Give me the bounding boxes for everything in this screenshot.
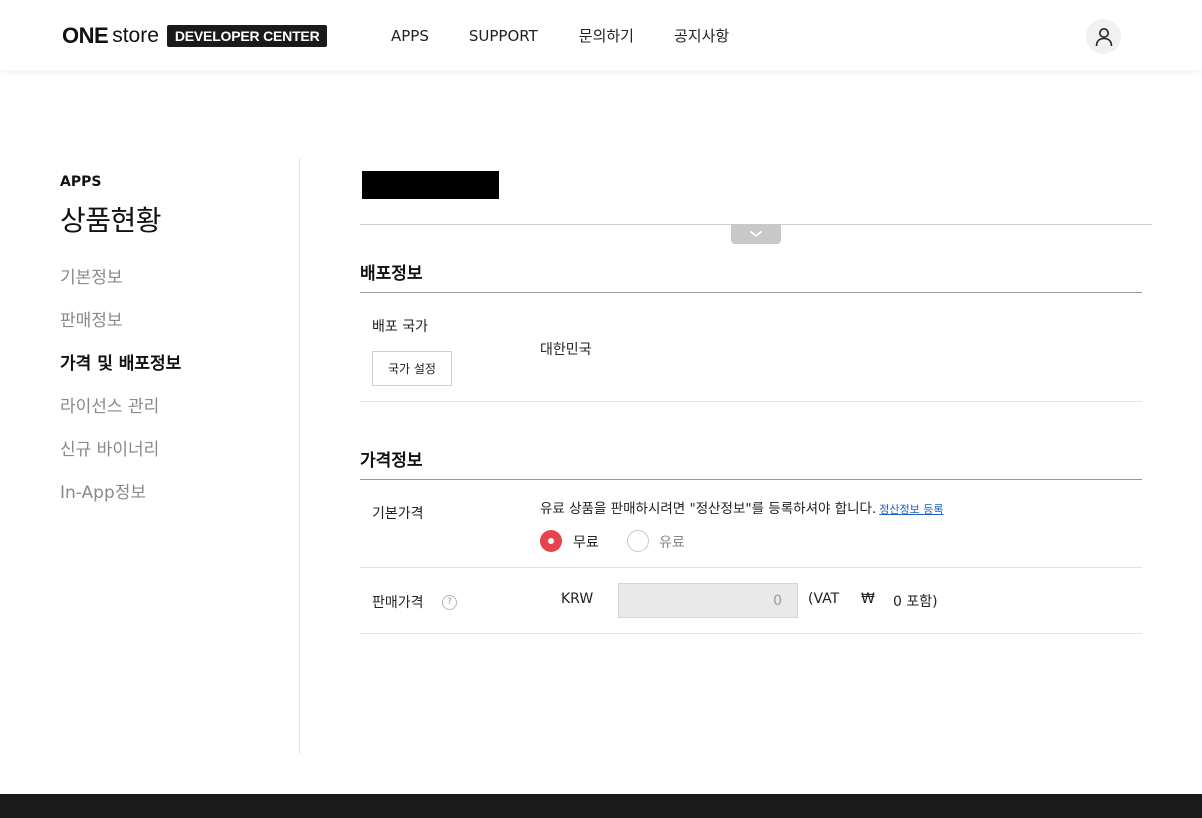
radio-paid-label: 유료 bbox=[659, 535, 685, 551]
nav-support[interactable]: SUPPORT bbox=[469, 26, 538, 46]
chevron-down-icon bbox=[749, 230, 763, 238]
settlement-notice: 유료 상품을 판매하시려면 "정산정보"를 등록하셔야 합니다. 정산정보 등록 bbox=[540, 497, 943, 517]
sidebar-item-inapp[interactable]: In-App정보 bbox=[60, 480, 181, 523]
won-symbol: ₩ bbox=[861, 591, 875, 607]
settlement-register-link[interactable]: 정산정보 등록 bbox=[879, 503, 943, 516]
logo-one-text: ONE bbox=[62, 23, 109, 48]
radio-free[interactable] bbox=[540, 530, 562, 552]
country-label: 배포 국가 bbox=[372, 319, 428, 335]
user-icon bbox=[1095, 27, 1112, 46]
currency-label: KRW bbox=[561, 591, 594, 607]
redacted-app-name bbox=[362, 171, 499, 199]
top-header: ONE store DEVELOPER CENTER APPS SUPPORT … bbox=[0, 0, 1202, 70]
pricing-top-line bbox=[360, 479, 1142, 480]
vat-suffix: 0 포함) bbox=[893, 594, 938, 610]
distribution-top-line bbox=[360, 292, 1142, 293]
logo-store-text: store bbox=[112, 24, 159, 47]
nav-apps[interactable]: APPS bbox=[391, 26, 429, 46]
expand-toggle-button[interactable] bbox=[731, 224, 781, 244]
pricing-middle-line bbox=[360, 567, 1142, 568]
developer-center-badge: DEVELOPER CENTER bbox=[166, 25, 328, 47]
settlement-notice-text: 유료 상품을 판매하시려면 "정산정보"를 등록하셔야 합니다. bbox=[540, 501, 877, 517]
pricing-bottom-line bbox=[360, 633, 1142, 634]
sidebar-title: 상품현황 bbox=[60, 204, 162, 237]
radio-free-label: 무료 bbox=[573, 535, 599, 551]
onestore-logo[interactable]: ONE store DEVELOPER CENTER bbox=[62, 23, 328, 48]
nav-inquiry[interactable]: 문의하기 bbox=[579, 26, 634, 46]
sidebar-item-sales-info[interactable]: 판매정보 bbox=[60, 308, 181, 351]
radio-paid[interactable] bbox=[627, 530, 649, 552]
global-nav: APPS SUPPORT 문의하기 공지사항 bbox=[391, 26, 769, 46]
vat-prefix: (VAT bbox=[808, 591, 840, 607]
sidebar-eyebrow: APPS bbox=[60, 174, 102, 190]
sale-price-label: 판매가격 bbox=[372, 595, 424, 611]
help-icon[interactable]: ? bbox=[442, 595, 457, 610]
country-value: 대한민국 bbox=[540, 342, 592, 358]
distribution-bottom-line bbox=[360, 401, 1142, 402]
sidebar-item-license[interactable]: 라이선스 관리 bbox=[60, 394, 181, 437]
sidebar-item-new-binary[interactable]: 신규 바이너리 bbox=[60, 437, 181, 480]
sidebar-divider bbox=[299, 158, 300, 754]
sidebar-item-basic-info[interactable]: 기본정보 bbox=[60, 265, 181, 308]
sidebar-menu: 기본정보 판매정보 가격 및 배포정보 라이선스 관리 신규 바이너리 In-A… bbox=[60, 265, 181, 523]
distribution-section-title: 배포정보 bbox=[360, 264, 423, 284]
footer bbox=[0, 794, 1202, 818]
base-price-label: 기본가격 bbox=[372, 506, 424, 522]
pricing-section-title: 가격정보 bbox=[360, 451, 423, 471]
country-setting-button[interactable]: 국가 설정 bbox=[372, 351, 452, 386]
nav-notice[interactable]: 공지사항 bbox=[674, 26, 729, 46]
user-account-button[interactable] bbox=[1086, 19, 1121, 54]
sidebar-item-price-distribution[interactable]: 가격 및 배포정보 bbox=[60, 351, 181, 394]
sale-price-input[interactable] bbox=[618, 583, 798, 618]
